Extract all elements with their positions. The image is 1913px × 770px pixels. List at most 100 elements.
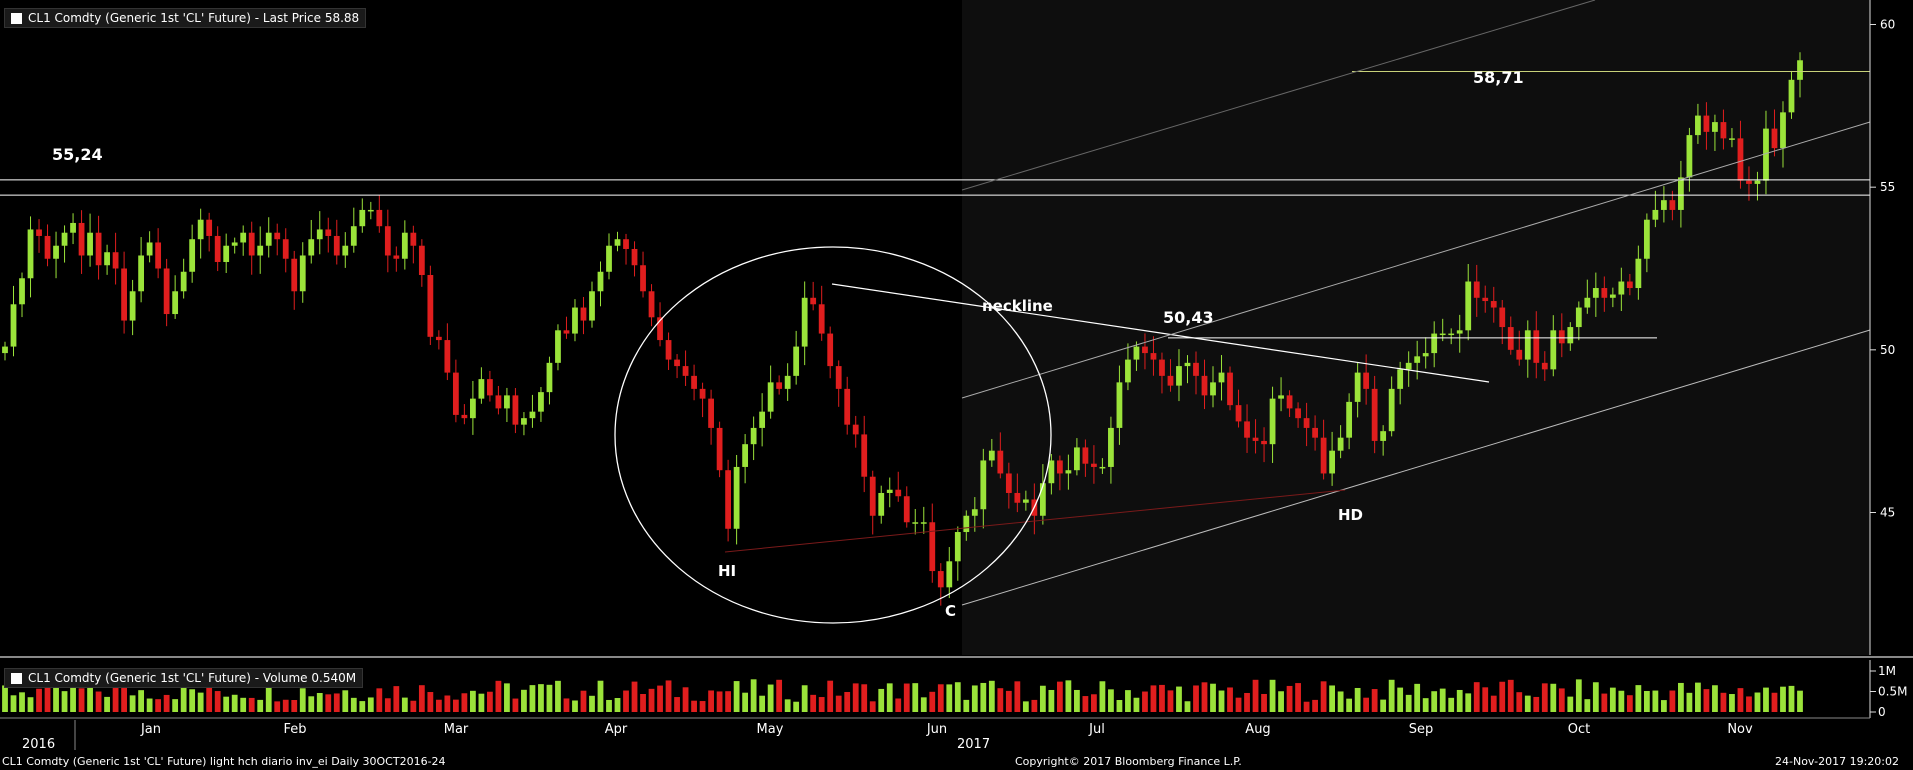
candle-body — [1320, 437, 1327, 474]
volume-bar — [1320, 681, 1327, 712]
candle-body — [1720, 122, 1727, 139]
candle-body — [750, 427, 757, 445]
candle-body — [1737, 138, 1744, 181]
candle-body — [597, 271, 604, 292]
candle-body — [835, 366, 842, 389]
candle-body — [937, 571, 944, 588]
volume-bar — [1533, 696, 1540, 712]
volume-bar — [1371, 689, 1378, 712]
volume-bar — [580, 690, 587, 712]
candle-body — [1065, 470, 1072, 474]
candle-body — [716, 427, 723, 471]
candle-body — [1695, 115, 1701, 136]
candle-body — [325, 229, 332, 236]
candle-body — [1609, 294, 1616, 298]
candle-body — [308, 239, 315, 256]
candle-body — [1150, 353, 1157, 360]
volume-bar — [393, 686, 400, 712]
x-month-label: May — [757, 722, 784, 737]
label-left-shoulder: HI — [718, 562, 736, 580]
candle-body — [1575, 307, 1582, 328]
volume-bar — [1431, 691, 1438, 712]
volume-bar — [384, 698, 391, 712]
candle-body — [572, 307, 578, 334]
x-year-label: 2016 — [22, 737, 55, 752]
candle-body — [495, 395, 502, 409]
volume-bar — [1465, 693, 1472, 712]
candle-body — [1635, 258, 1642, 289]
candle-body — [1354, 372, 1361, 402]
volume-bar — [461, 693, 468, 712]
candle-body — [1652, 209, 1659, 220]
volume-bar — [163, 694, 170, 712]
candle-body — [767, 382, 774, 412]
candle-body — [1448, 333, 1455, 336]
candle-body — [1269, 398, 1276, 445]
candle-body — [538, 392, 544, 412]
label-peak-neckline: 50,43 — [1163, 308, 1214, 327]
candle-body — [1099, 466, 1106, 469]
candle-body — [980, 460, 987, 510]
volume-bar — [1235, 697, 1242, 712]
price-legend[interactable]: CL1 Comdty (Generic 1st 'CL' Future) - L… — [4, 8, 367, 28]
volume-tick-label: 0.5M — [1878, 685, 1907, 699]
volume-bar — [1592, 682, 1599, 712]
candle-body — [121, 268, 127, 321]
candle-body — [691, 375, 697, 389]
candle-body — [1746, 180, 1752, 184]
candle-body — [87, 232, 93, 256]
label-recent-high: 58,71 — [1473, 68, 1524, 87]
candle-body — [1261, 440, 1267, 445]
volume-bar — [1405, 694, 1412, 712]
candle-body — [223, 245, 230, 262]
candle-body — [342, 245, 349, 256]
volume-legend[interactable]: CL1 Comdty (Generic 1st 'CL' Future) - V… — [4, 668, 364, 688]
volume-bar — [1737, 688, 1744, 712]
volume-bar — [1703, 689, 1710, 712]
volume-bar — [308, 696, 315, 712]
volume-bar — [316, 692, 323, 712]
volume-bar — [776, 679, 783, 712]
volume-bar — [1150, 685, 1157, 712]
candle-body — [1482, 297, 1489, 302]
volume-bar — [155, 699, 162, 712]
volume-bar — [1295, 683, 1301, 712]
candle-body — [452, 372, 459, 415]
volume-bar — [895, 698, 902, 712]
candle-body — [444, 340, 451, 373]
volume-bar — [274, 701, 281, 712]
volume-bar — [1448, 697, 1455, 712]
volume-bar — [1788, 685, 1795, 712]
volume-bar — [129, 695, 136, 712]
volume-bar — [138, 690, 145, 712]
volume-bar — [1312, 699, 1318, 712]
candle-body — [1380, 431, 1387, 441]
volume-bar — [733, 681, 740, 712]
candle-body — [1159, 359, 1165, 376]
volume-bar — [1712, 685, 1718, 712]
volume-bar — [1567, 696, 1574, 712]
volume-bar — [1227, 687, 1233, 712]
candle-body — [112, 252, 119, 269]
candle-body — [1524, 330, 1531, 360]
candle-body — [1346, 401, 1353, 438]
volume-bar — [19, 692, 25, 712]
volume-bar — [2, 685, 8, 712]
candle-body — [1643, 219, 1650, 259]
candle-body — [1082, 447, 1089, 464]
volume-bar — [1507, 679, 1514, 712]
volume-bar — [325, 694, 332, 712]
candle-body — [1797, 60, 1803, 80]
price-volume-chart: 55,24 50,43 58,71 neckline HI C HD 60 55 50 45 1M… — [0, 0, 1913, 752]
candle-body — [903, 496, 910, 523]
volume-bar — [418, 685, 425, 712]
volume-bar — [376, 688, 383, 712]
volume-bar — [1142, 691, 1148, 712]
volume-bar — [1669, 690, 1676, 712]
candle-body — [1686, 135, 1693, 178]
volume-bar — [971, 685, 978, 712]
candle-body — [316, 229, 323, 240]
candle-body — [146, 242, 153, 256]
volume-bar — [1278, 691, 1284, 712]
candle-body — [1771, 128, 1778, 149]
